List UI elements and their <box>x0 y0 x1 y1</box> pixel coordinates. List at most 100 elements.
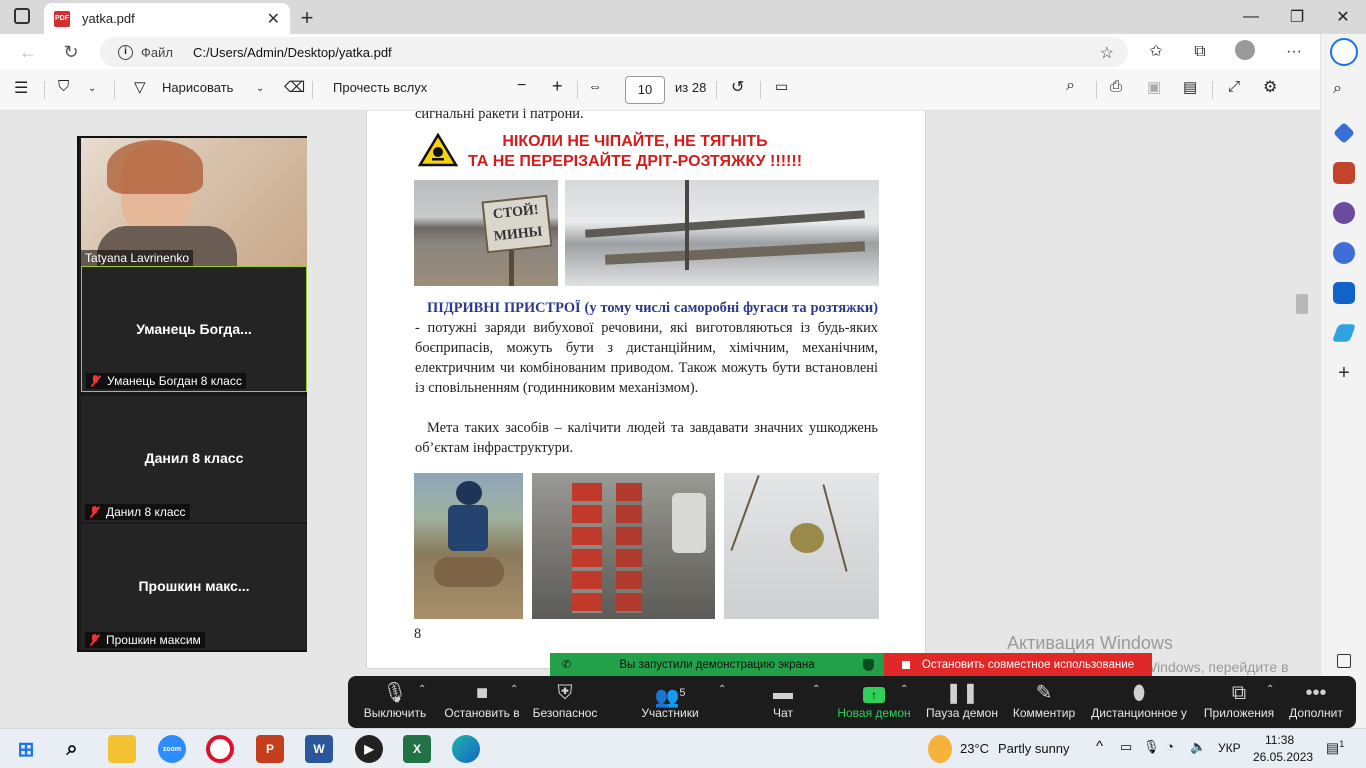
tray-expand-chevron-icon[interactable]: ^ <box>1096 738 1103 755</box>
participants-button[interactable]: 👥5 Участники <box>634 680 706 720</box>
photo-tripwire <box>565 180 879 286</box>
send-icon[interactable] <box>1331 324 1357 342</box>
remote-control-button[interactable]: ⬮ Дистанционное у <box>1088 680 1190 720</box>
participants-icon: 👥5 <box>654 686 686 709</box>
edge-browser-icon[interactable] <box>452 735 480 763</box>
refresh-button[interactable]: ↻ <box>59 40 83 64</box>
clock-date[interactable]: 26.05.2023 <box>1253 750 1313 764</box>
weather-description[interactable]: Partly sunny <box>998 741 1070 756</box>
windows-start-icon[interactable]: ⊞ <box>12 735 40 763</box>
restore-button[interactable]: ❐ <box>1274 0 1320 34</box>
weather-sun-icon[interactable] <box>928 735 952 763</box>
draw-icon[interactable]: ▽ <box>134 78 146 96</box>
pdf-toolbar: ☰ ⛉ ⌄ ▽ Нарисовать ⌄ ⌫ Прочесть вслух − … <box>0 69 1320 111</box>
tab-yatka[interactable]: PDF yatka.pdf ✕ <box>44 3 290 34</box>
search-icon[interactable]: ⌕ <box>1066 77 1075 95</box>
paragraph-body: - потужні заряди вибухової речовини, які… <box>415 320 878 396</box>
audio-options-chevron-icon[interactable]: ⌃ <box>418 684 426 695</box>
scrollbar-thumb[interactable] <box>1296 294 1308 314</box>
participant-tile[interactable]: Уманець Богда... Уманець Богдан 8 класс <box>81 266 307 392</box>
highlight-options-chevron-icon[interactable]: ⌄ <box>88 83 96 94</box>
notifications-icon[interactable]: ▤1 <box>1326 739 1344 757</box>
word-icon[interactable]: W <box>305 735 333 763</box>
close-window-button[interactable]: ✕ <box>1320 0 1366 34</box>
mouse-icon: ⬮ <box>1132 682 1146 704</box>
print-icon[interactable]: ⎙ <box>1110 78 1122 95</box>
fullscreen-icon[interactable]: ⤢ <box>1228 78 1240 95</box>
bing-chat-icon[interactable] <box>1330 38 1358 66</box>
battery-icon[interactable]: ▭ <box>1120 739 1132 755</box>
address-input[interactable]: i Файл C:/Users/Admin/Desktop/yatka.pdf … <box>100 37 1128 67</box>
stop-share-button[interactable]: Остановить совместное использование <box>884 653 1152 676</box>
read-aloud-button[interactable]: Прочесть вслух <box>333 80 427 95</box>
save-as-icon[interactable]: ▤ <box>1183 78 1197 96</box>
media-player-icon[interactable]: ▶ <box>355 735 383 763</box>
eraser-icon[interactable]: ⌫ <box>284 78 305 96</box>
search-icon[interactable]: ⌕ <box>1333 80 1355 102</box>
video-options-chevron-icon[interactable]: ⌃ <box>510 684 518 695</box>
tab-strip: PDF yatka.pdf ✕ + — ❐ ✕ <box>0 0 1366 34</box>
opera-icon[interactable] <box>206 735 234 763</box>
pen-icon: ✎ <box>1035 682 1053 704</box>
weather-temperature[interactable]: 23°C <box>960 741 989 756</box>
profile-avatar[interactable] <box>1233 40 1257 64</box>
participants-options-chevron-icon[interactable]: ⌃ <box>718 684 726 695</box>
new-tab-button[interactable]: + <box>295 5 319 31</box>
page-view-icon[interactable]: ▭ <box>775 78 788 95</box>
activation-title: Активация Windows <box>1007 633 1173 653</box>
file-explorer-icon[interactable] <box>108 735 136 763</box>
clock-time[interactable]: 11:38 <box>1265 733 1294 747</box>
zoom-out-icon[interactable]: − <box>517 77 526 95</box>
zoom-app-icon[interactable]: zoom <box>158 735 186 763</box>
participant-tile-video[interactable]: Tatyana Lavrinenko <box>81 138 307 266</box>
back-button[interactable]: ← <box>16 40 40 64</box>
microphone-icon[interactable]: 🎙 <box>1143 739 1160 755</box>
draw-options-chevron-icon[interactable]: ⌄ <box>256 83 264 94</box>
draw-button[interactable]: Нарисовать <box>162 80 233 95</box>
contents-icon[interactable]: ☰ <box>14 78 28 98</box>
shopping-tag-icon[interactable] <box>1333 122 1355 144</box>
games-icon[interactable] <box>1333 202 1355 224</box>
mic-muted-icon <box>89 506 100 518</box>
apps-options-chevron-icon[interactable]: ⌃ <box>1266 684 1274 695</box>
language-indicator[interactable]: УКР <box>1218 741 1241 755</box>
zoom-in-icon[interactable]: + <box>552 76 563 97</box>
microsoft365-icon[interactable] <box>1333 242 1355 264</box>
excel-icon[interactable]: X <box>403 735 431 763</box>
add-sidebar-app-icon[interactable]: + <box>1333 362 1355 384</box>
hide-sidebar-icon[interactable] <box>1337 654 1351 668</box>
settings-gear-icon[interactable]: ⚙ <box>1263 77 1277 97</box>
page-number-input[interactable]: 10 <box>625 76 665 104</box>
rotate-icon[interactable]: ↺ <box>731 77 744 97</box>
powerpoint-icon[interactable]: P <box>256 735 284 763</box>
collections-icon[interactable]: ⧉ <box>1188 40 1212 64</box>
chat-button[interactable]: ▬ Чат <box>758 680 808 720</box>
security-button[interactable]: ⛨ Безопаснос <box>530 680 600 720</box>
share-options-chevron-icon[interactable]: ⌃ <box>900 684 908 695</box>
info-icon[interactable]: i <box>118 44 133 60</box>
annotate-button[interactable]: ✎ Комментир <box>1010 680 1078 720</box>
tools-briefcase-icon[interactable] <box>1333 162 1355 184</box>
pause-share-button[interactable]: ❚❚ Пауза демон <box>924 680 1000 720</box>
minimize-button[interactable]: — <box>1228 0 1274 34</box>
add-favorite-icon[interactable]: ☆ <box>1100 43 1114 63</box>
fit-page-icon[interactable]: ⇔ <box>588 78 602 94</box>
outlook-icon[interactable] <box>1333 282 1355 304</box>
search-icon[interactable]: ⌕ <box>58 735 86 763</box>
favorites-icon[interactable]: ✩ <box>1144 40 1168 64</box>
participant-tile[interactable]: Данил 8 класс Данил 8 класс <box>81 396 307 522</box>
chat-options-chevron-icon[interactable]: ⌃ <box>812 684 820 695</box>
wifi-icon[interactable]: ◔ <box>1166 739 1174 754</box>
photo-mine-sign: СТОЙ! МИНЫ <box>414 180 558 286</box>
address-bar-row: ← ↻ i Файл C:/Users/Admin/Desktop/yatka.… <box>0 34 1320 69</box>
save-icon[interactable]: ▣ <box>1147 78 1161 96</box>
zoom-participant-gallery: Tatyana Lavrinenko Уманець Богда... Уман… <box>77 136 307 652</box>
more-button[interactable]: ••• Дополнит <box>1284 680 1348 720</box>
more-menu-icon[interactable]: ··· <box>1282 40 1306 64</box>
mic-muted-icon <box>90 375 101 387</box>
participant-tile[interactable]: Прошкин макс... Прошкин максим <box>81 524 307 650</box>
volume-icon[interactable]: 🔈 <box>1190 739 1206 755</box>
close-tab-icon[interactable]: ✕ <box>267 9 280 29</box>
tab-actions-icon[interactable] <box>14 8 30 24</box>
highlight-icon[interactable]: ⛉ <box>58 78 69 95</box>
